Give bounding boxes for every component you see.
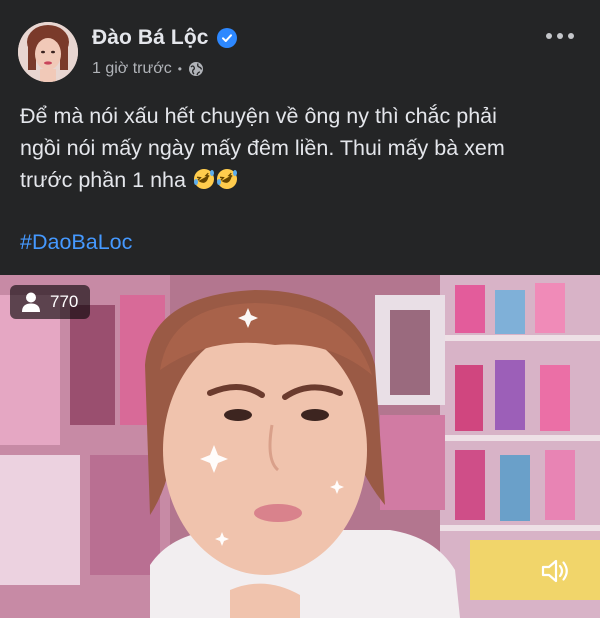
hashtag-link[interactable]: #DaoBaLoc (20, 230, 132, 255)
post-text-line-3: trước phần 1 nha (20, 168, 186, 192)
verified-badge-icon (216, 28, 237, 48)
more-options-icon[interactable] (542, 24, 578, 48)
meta-separator: • (177, 62, 182, 76)
video-player[interactable]: 770 (0, 275, 600, 618)
person-icon (22, 292, 40, 312)
post-timestamp[interactable]: 1 giờ trước (92, 60, 172, 78)
avatar-image (18, 22, 78, 82)
video-frame (0, 275, 600, 618)
author-name-row: Đào Bá Lộc (92, 26, 237, 50)
post-text-line-3-wrap: trước phần 1 nha (20, 164, 580, 196)
volume-icon[interactable] (538, 554, 572, 588)
viewer-count-badge: 770 (10, 285, 91, 319)
laughing-emoji-icon (193, 167, 215, 189)
laughing-emoji-icon (216, 167, 238, 189)
globe-icon (188, 61, 204, 77)
author-name[interactable]: Đào Bá Lộc (92, 26, 209, 50)
post-text-line-1: Để mà nói xấu hết chuyện về ông ny thì c… (20, 104, 497, 128)
post-body: Để mà nói xấu hết chuyện về ông ny thì c… (20, 100, 580, 196)
post-text-line-2: ngồi nói mấy ngày mấy đêm liền. Thui mấy… (20, 136, 505, 160)
post-header: Đào Bá Lộc 1 giờ trước • (0, 0, 600, 96)
post-meta: 1 giờ trước • (92, 60, 204, 78)
facebook-post-card: Đào Bá Lộc 1 giờ trước • Để mà nói xấu h… (0, 0, 600, 618)
viewer-count: 770 (50, 292, 79, 311)
author-avatar[interactable] (18, 22, 78, 82)
